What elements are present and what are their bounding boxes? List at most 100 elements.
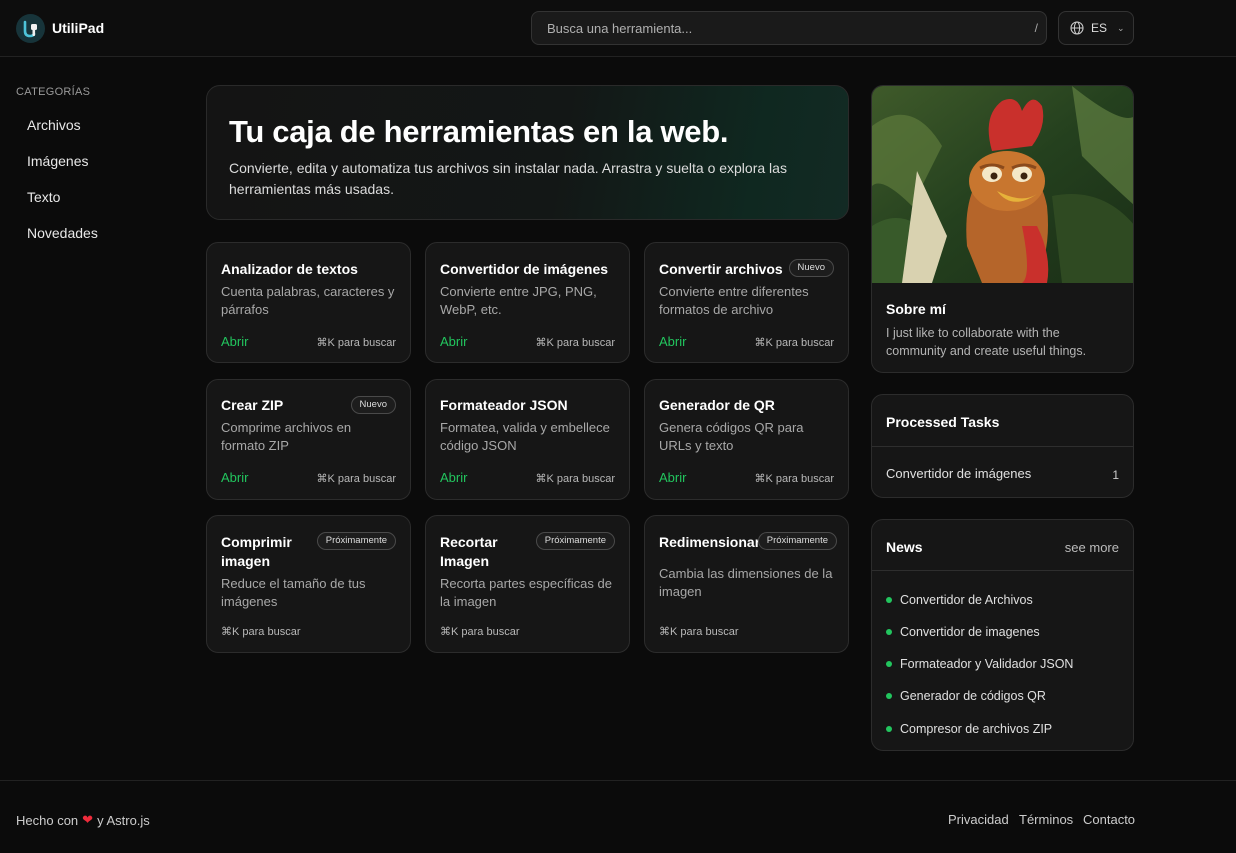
search-shortcut-hint: ⌘K para buscar — [221, 626, 301, 638]
search-shortcut-hint: ⌘K para buscar — [316, 473, 396, 485]
panel-divider — [872, 446, 1133, 447]
tool-description: Convierte entre diferentes formatos de a… — [659, 284, 809, 317]
tool-description: Comprime archivos en formato ZIP — [221, 420, 352, 453]
bullet-dot-icon — [886, 597, 892, 603]
open-link[interactable]: Abrir — [221, 334, 248, 349]
tool-description: Cuenta palabras, caracteres y párrafos — [221, 284, 395, 317]
new-badge: Nuevo — [350, 396, 396, 414]
tool-card-comprimir-imagen[interactable]: Comprimir imagen Próximamente Reduce el … — [206, 515, 411, 653]
tool-title: Convertir archivos — [659, 261, 783, 277]
news-item-label: Convertidor de imagenes — [900, 625, 1040, 639]
tool-title: Recortar Imagen — [440, 534, 498, 569]
new-badge: Nuevo — [788, 259, 834, 277]
tool-title: Formateador JSON — [440, 397, 568, 413]
globe-icon — [1070, 21, 1084, 35]
news-item-label: Formateador y Validador JSON — [900, 657, 1074, 671]
language-code: ES — [1091, 21, 1108, 35]
open-link[interactable]: Abrir — [221, 470, 248, 485]
footer-made-with: Hecho con — [16, 812, 79, 828]
utilipad-logo[interactable] — [16, 14, 45, 43]
tool-card-generador-qr[interactable]: Generador de QR Genera códigos QR para U… — [644, 379, 849, 500]
about-title: Sobre mí — [886, 301, 946, 317]
tool-description: Recorta partes específicas de la imagen — [440, 576, 612, 609]
footer-credit: Hecho con ❤ y Astro.js — [16, 812, 150, 828]
hero-description: Convierte, edita y automatiza tus archiv… — [229, 160, 787, 197]
tool-title: Analizador de textos — [221, 261, 358, 277]
processed-tasks-title: Processed Tasks — [886, 414, 1000, 430]
news-item-label: Generador de códigos QR — [900, 689, 1046, 703]
search-placeholder[interactable]: Busca una herramienta... — [547, 21, 692, 36]
search-shortcut-hint: ⌘K para buscar — [535, 473, 615, 485]
footer-made-with-suffix: y Astro.js — [97, 812, 150, 828]
tool-card-convertidor-imagenes[interactable]: Convertidor de imágenes Convierte entre … — [425, 242, 630, 363]
news-item[interactable]: Convertidor de Archivos — [886, 593, 1033, 607]
about-description: I just like to collaborate with the comm… — [886, 326, 1087, 358]
news-item-label: Compresor de archivos ZIP — [900, 722, 1053, 736]
tool-title: Generador de QR — [659, 397, 775, 413]
news-item-label: Convertidor de Archivos — [900, 593, 1033, 607]
brand-name[interactable]: UtiliPad — [52, 20, 104, 36]
tool-card-redimensionar[interactable]: Redimensionar Próximamente Cambia las di… — [644, 515, 849, 653]
open-link[interactable]: Abrir — [659, 470, 686, 485]
tool-card-formateador-json[interactable]: Formateador JSON Formatea, valida y embe… — [425, 379, 630, 500]
news-title: News — [886, 539, 923, 555]
open-link[interactable]: Abrir — [659, 334, 686, 349]
panel-divider — [872, 570, 1133, 571]
search-shortcut-hint: ⌘K para buscar — [440, 626, 520, 638]
search-shortcut-hint: ⌘K para buscar — [754, 337, 834, 349]
chevron-down-icon: ⌄ — [1117, 22, 1125, 33]
search-box[interactable]: Busca una herramienta... / — [531, 11, 1047, 45]
task-name[interactable]: Convertidor de imágenes — [886, 466, 1031, 481]
search-shortcut-hint: ⌘K para buscar — [659, 626, 739, 638]
bullet-dot-icon — [886, 629, 892, 635]
sidebar-item-novedades[interactable]: Novedades — [27, 225, 98, 241]
bullet-dot-icon — [886, 693, 892, 699]
about-card: Sobre mí I just like to collaborate with… — [871, 85, 1134, 373]
profile-image — [872, 86, 1133, 283]
search-shortcut-hint: / — [1034, 21, 1038, 35]
category-sidebar: CATEGORÍAS Archivos Imágenes Texto Noved… — [16, 86, 176, 241]
tool-description: Reduce el tamaño de tus imágenes — [221, 576, 366, 609]
search-shortcut-hint: ⌘K para buscar — [754, 473, 834, 485]
tool-title: Redimensionar — [659, 534, 761, 550]
news-item[interactable]: Formateador y Validador JSON — [886, 657, 1073, 671]
hero-title: Tu caja de herramientas en la web. — [229, 114, 729, 149]
tool-card-crear-zip[interactable]: Crear ZIP Nuevo Comprime archivos en for… — [206, 379, 411, 500]
tool-card-convertir-archivos[interactable]: Convertir archivos Nuevo Convierte entre… — [644, 242, 849, 363]
coming-soon-badge: Próximamente — [535, 532, 615, 550]
open-link[interactable]: Abrir — [440, 470, 467, 485]
coming-soon-badge: Próximamente — [316, 532, 396, 550]
hero-banner: Tu caja de herramientas en la web. Convi… — [206, 85, 849, 220]
page-footer: Hecho con ❤ y Astro.js Privacidad Términ… — [0, 780, 1236, 853]
tool-title: Comprimir imagen — [221, 534, 292, 569]
sidebar-item-texto[interactable]: Texto — [27, 189, 60, 205]
see-more-link[interactable]: see more — [1065, 540, 1119, 555]
footer-link-contacto[interactable]: Contacto — [1083, 812, 1135, 827]
tool-card-analizador[interactable]: Analizador de textos Cuenta palabras, ca… — [206, 242, 411, 363]
logo-mark-icon — [23, 20, 37, 37]
bullet-dot-icon — [886, 726, 892, 732]
task-count: 1 — [1112, 468, 1119, 482]
heart-icon: ❤ — [82, 812, 94, 827]
tool-card-recortar-imagen[interactable]: Recortar Imagen Próximamente Recorta par… — [425, 515, 630, 653]
top-header: UtiliPad Busca una herramienta... / ES ⌄ — [0, 0, 1236, 57]
processed-tasks-panel: Processed Tasks Convertidor de imágenes … — [871, 394, 1134, 498]
tool-description: Cambia las dimensiones de la imagen — [659, 566, 833, 599]
news-item[interactable]: Generador de códigos QR — [886, 689, 1046, 703]
search-shortcut-hint: ⌘K para buscar — [535, 337, 615, 349]
search-shortcut-hint: ⌘K para buscar — [316, 337, 396, 349]
tool-description: Genera códigos QR para URLs y texto — [659, 420, 804, 453]
language-selector[interactable]: ES ⌄ — [1058, 11, 1134, 45]
bullet-dot-icon — [886, 661, 892, 667]
tool-title: Crear ZIP — [221, 397, 284, 413]
footer-link-privacidad[interactable]: Privacidad — [948, 812, 1009, 827]
news-item[interactable]: Convertidor de imagenes — [886, 625, 1040, 639]
footer-link-terminos[interactable]: Términos — [1019, 812, 1073, 827]
tool-description: Formatea, valida y embellece código JSON — [440, 420, 610, 453]
news-item[interactable]: Compresor de archivos ZIP — [886, 722, 1052, 736]
open-link[interactable]: Abrir — [440, 334, 467, 349]
sidebar-item-imagenes[interactable]: Imágenes — [27, 153, 88, 169]
tool-description: Convierte entre JPG, PNG, WebP, etc. — [440, 284, 597, 317]
sidebar-item-archivos[interactable]: Archivos — [27, 117, 81, 133]
coming-soon-badge: Próximamente — [757, 532, 837, 550]
